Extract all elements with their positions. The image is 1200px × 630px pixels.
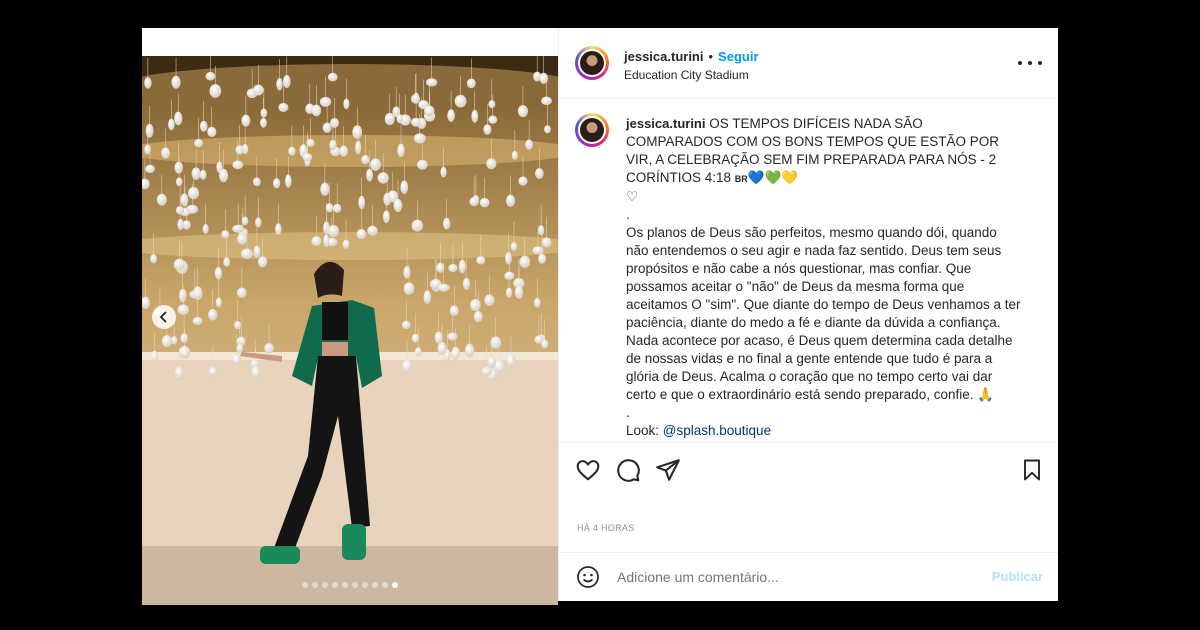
- carousel-prev-button[interactable]: [152, 305, 176, 329]
- carousel-indicator: [302, 582, 398, 588]
- carousel-dot: [392, 582, 398, 588]
- carousel-dot: [302, 582, 308, 588]
- comment-icon: [617, 459, 640, 482]
- carousel-dot: [342, 582, 348, 588]
- publish-button[interactable]: Publicar: [992, 569, 1043, 584]
- mention-link[interactable]: @splash.boutique: [663, 423, 771, 438]
- carousel-dot: [372, 582, 378, 588]
- carousel-dot: [312, 582, 318, 588]
- post-media[interactable]: [142, 56, 558, 605]
- more-icon: [1018, 61, 1022, 65]
- caption-body: Os planos de Deus são perfeitos, mesmo q…: [626, 225, 1021, 402]
- caption-text: jessica.turini OS TEMPOS DIFÍCEIS NADA S…: [626, 115, 1021, 440]
- look-label: Look:: [626, 423, 660, 438]
- carousel-dot: [382, 582, 388, 588]
- post-modal: jessica.turini • Seguir Education City Sta…: [142, 28, 1058, 605]
- carousel-dot: [332, 582, 338, 588]
- heart-outline-emoji: ♡: [626, 189, 639, 204]
- share-button[interactable]: [655, 457, 681, 483]
- location-link[interactable]: Education City Stadium: [624, 68, 749, 82]
- caption-avatar[interactable]: [575, 113, 609, 147]
- send-icon: [656, 459, 680, 481]
- like-button[interactable]: [575, 457, 601, 483]
- separator-dot: •: [708, 49, 714, 64]
- carousel-dot: [322, 582, 328, 588]
- bookmark-icon: [1024, 459, 1040, 481]
- comment-input[interactable]: [615, 568, 959, 586]
- caption-username-link[interactable]: jessica.turini: [626, 116, 705, 131]
- hearts-emoji: 💙💚💛: [747, 170, 799, 185]
- carousel-dot: [362, 582, 368, 588]
- caption-dot-1: .: [626, 207, 630, 222]
- caption-dot-2: .: [626, 405, 630, 420]
- flag-br: BR: [734, 174, 748, 184]
- username-link[interactable]: jessica.turini: [624, 49, 703, 64]
- post-photo: [142, 56, 558, 605]
- post-timestamp[interactable]: HÁ 4 HORAS: [577, 523, 635, 533]
- emoji-button[interactable]: [576, 565, 602, 591]
- emoji-icon: [577, 566, 599, 588]
- follow-button[interactable]: Seguir: [718, 49, 758, 64]
- header-user-line: jessica.turini • Seguir: [624, 48, 759, 66]
- more-options-button[interactable]: [1018, 53, 1042, 73]
- caption-scroll-area[interactable]: jessica.turini OS TEMPOS DIFÍCEIS NADA S…: [559, 99, 1058, 442]
- comment-button[interactable]: [615, 457, 641, 483]
- comment-bar: Publicar: [559, 552, 1058, 602]
- post-actions: HÁ 4 HORAS: [559, 442, 1058, 553]
- post-header: jessica.turini • Seguir Education City Sta…: [559, 28, 1058, 99]
- save-button[interactable]: [1020, 457, 1046, 483]
- post-sidebar: jessica.turini • Seguir Education City Sta…: [558, 28, 1058, 601]
- chevron-left-icon: [159, 311, 167, 323]
- avatar[interactable]: [575, 46, 609, 80]
- heart-icon: [576, 460, 600, 481]
- carousel-dot: [352, 582, 358, 588]
